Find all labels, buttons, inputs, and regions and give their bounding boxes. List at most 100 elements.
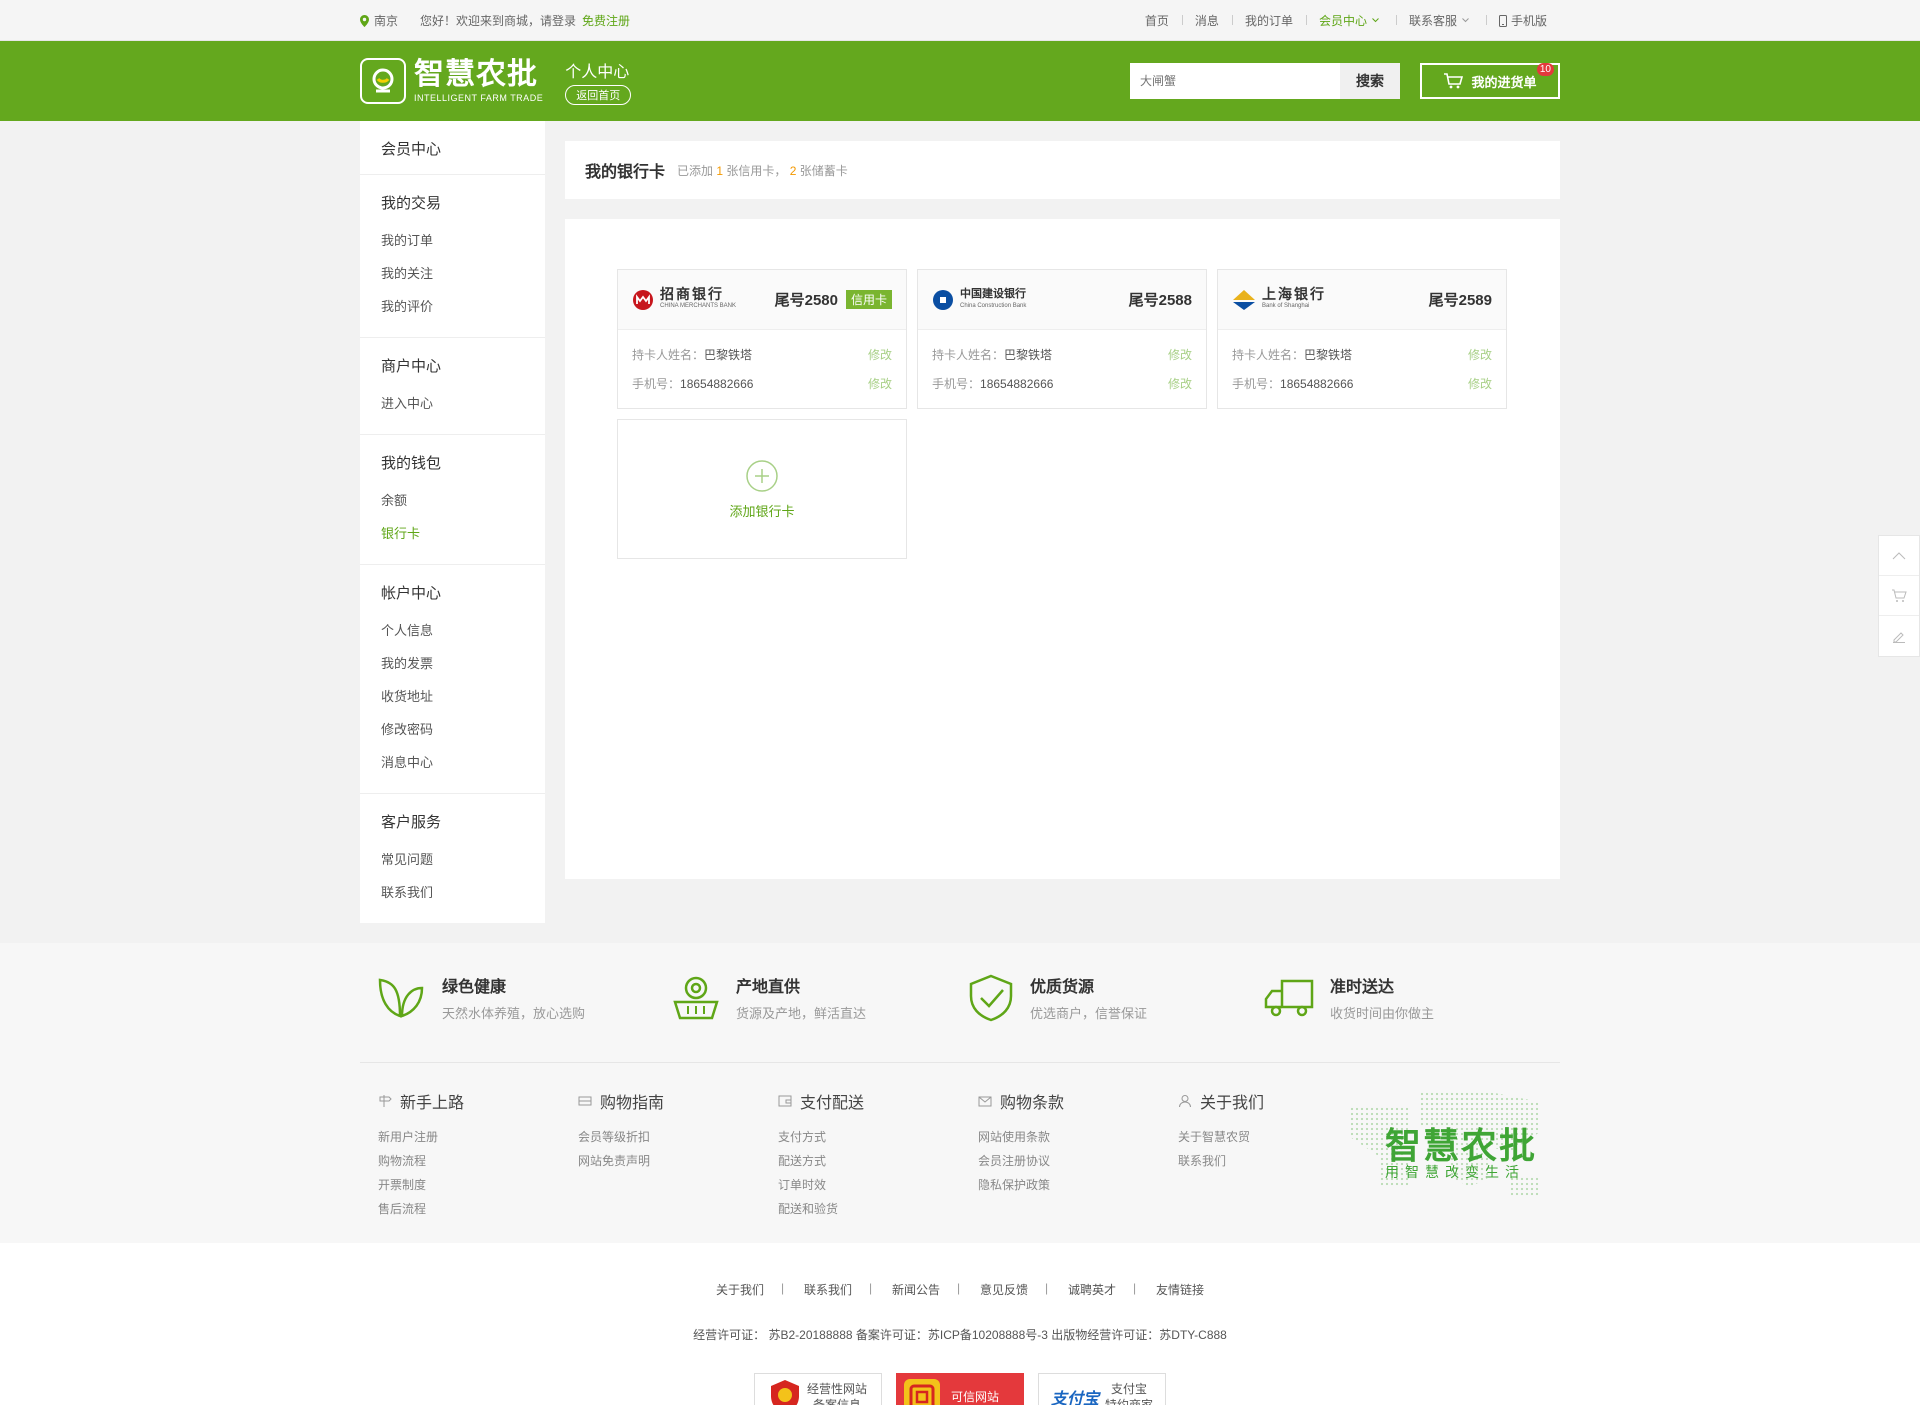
feature-desc: 货源及产地，鲜活直达: [736, 1006, 867, 1021]
footer-link[interactable]: 隐私保护政策: [978, 1173, 1178, 1197]
sidebar-title[interactable]: 会员中心: [360, 121, 545, 175]
location-selector[interactable]: 南京: [360, 12, 398, 29]
nav-member-center-label: 会员中心: [1318, 14, 1367, 28]
bottom-link-about[interactable]: 关于我们: [696, 1281, 784, 1298]
cert-icp-badge[interactable]: 经营性网站 备案信息: [754, 1373, 882, 1405]
footer-link[interactable]: 配送方式: [778, 1149, 978, 1173]
search-input[interactable]: [1130, 63, 1340, 99]
cart-icon: [1444, 73, 1464, 89]
sidebar-item-enter-center[interactable]: 进入中心: [381, 387, 524, 420]
register-link[interactable]: 免费注册: [582, 12, 630, 29]
feature-desc: 天然水体养殖，放心选购: [442, 1006, 586, 1021]
footer-link[interactable]: 订单时效: [778, 1173, 978, 1197]
back-to-top-button[interactable]: [1879, 536, 1919, 576]
bos-logo: 上海银行 Bank of Shanghai: [1232, 287, 1326, 312]
page-title: 我的银行卡: [585, 164, 666, 181]
phone-number: 18654882666: [980, 376, 1054, 391]
sidebar-item-password[interactable]: 修改密码: [381, 713, 524, 746]
footer-link[interactable]: 配送和验货: [778, 1197, 978, 1221]
cart-button[interactable]: 我的进货单 10: [1420, 63, 1560, 99]
footer-link[interactable]: 开票制度: [378, 1173, 578, 1197]
bottom-link-feedback[interactable]: 意见反馈: [957, 1281, 1048, 1298]
sidebar-item-profile[interactable]: 个人信息: [381, 614, 524, 647]
content: 我的银行卡 已添加 1 张信用卡， 2 张储蓄卡 招商银行 CHINA MERC…: [565, 121, 1560, 923]
cert-alipay-badge[interactable]: 支付宝 支付宝 特约商家: [1038, 1373, 1166, 1405]
edit-phone-link[interactable]: 修改: [1468, 375, 1492, 392]
edit-holder-link[interactable]: 修改: [1468, 346, 1492, 363]
footer-link[interactable]: 售后流程: [378, 1197, 578, 1221]
greeting-text[interactable]: 您好！欢迎来到商城，请登录: [420, 12, 576, 29]
edit-phone-link[interactable]: 修改: [868, 375, 892, 392]
edit-holder-link[interactable]: 修改: [868, 346, 892, 363]
edit-holder-link[interactable]: 修改: [1168, 346, 1192, 363]
feedback-button[interactable]: [1879, 616, 1919, 656]
nav-mobile[interactable]: 手机版: [1485, 12, 1560, 29]
footer-link[interactable]: 网站免责声明: [578, 1149, 778, 1173]
bank-card: 上海银行 Bank of Shanghai 尾号2589 持卡人姓名： 巴黎铁塔…: [1217, 269, 1507, 409]
sidebar-item-follows[interactable]: 我的关注: [381, 257, 524, 290]
plus-circle-icon: [746, 459, 778, 492]
sidebar-item-reviews[interactable]: 我的评价: [381, 290, 524, 323]
bottom-link-contact[interactable]: 联系我们: [781, 1281, 872, 1298]
footer-link[interactable]: 支付方式: [778, 1125, 978, 1149]
sidebar-item-bank-card[interactable]: 银行卡: [381, 517, 524, 550]
cert-line: 备案信息: [812, 1398, 861, 1405]
float-cart-button[interactable]: [1879, 576, 1919, 616]
credit-label: 张信用卡，: [726, 163, 787, 178]
cert-line: 特约商家: [1105, 1398, 1154, 1405]
footer-link[interactable]: 会员注册协议: [978, 1149, 1178, 1173]
printer-icon: [578, 1096, 592, 1106]
location-text: 南京: [374, 14, 399, 28]
sidebar-item-orders[interactable]: 我的订单: [381, 224, 524, 257]
map-pin-icon: [360, 14, 369, 27]
feature-title: 产地直供: [736, 979, 801, 996]
search-button[interactable]: 搜索: [1340, 63, 1400, 99]
sidebar-item-invoice[interactable]: 我的发票: [381, 647, 524, 680]
footer-link[interactable]: 网站使用条款: [978, 1125, 1178, 1149]
bottom-footer: 关于我们 联系我们 新闻公告 意见反馈 诚聘英才 友情链接 经营许可证： 苏B2…: [0, 1243, 1920, 1405]
nav-customer-service-label: 联系客服: [1408, 14, 1457, 28]
sidebar-group-account: 帐户中心 个人信息 我的发票 收货地址 修改密码 消息中心: [360, 565, 545, 794]
nav-messages[interactable]: 消息: [1181, 12, 1232, 29]
sidebar-group-title: 客户服务: [381, 814, 442, 831]
bottom-link-jobs[interactable]: 诚聘英才: [1045, 1281, 1136, 1298]
footer-col-title: 新手上路: [400, 1095, 465, 1112]
bottom-link-friends[interactable]: 友情链接: [1133, 1281, 1224, 1298]
wallet-icon: [778, 1095, 792, 1107]
cert-line: 可信网站: [951, 1390, 1000, 1404]
sidebar-item-faq[interactable]: 常见问题: [381, 843, 524, 876]
shield-check-icon: [969, 974, 1013, 1021]
truck-icon: [1264, 979, 1314, 1016]
bank-card-panel: 招商银行 CHINA MERCHANTS BANK 尾号2580 信用卡 持卡人…: [565, 219, 1560, 879]
add-bank-card-button[interactable]: 添加银行卡: [617, 419, 907, 559]
phone-label: 手机号：: [1232, 377, 1281, 391]
footer-link[interactable]: 购物流程: [378, 1149, 578, 1173]
footer-col-guide: 购物指南 会员等级折扣 网站免责声明: [578, 1089, 778, 1223]
nav-my-orders[interactable]: 我的订单: [1231, 12, 1306, 29]
sidebar-item-address[interactable]: 收货地址: [381, 680, 524, 713]
sidebar-group-wallet: 我的钱包 余额 银行卡: [360, 435, 545, 565]
chevron-down-icon: [1462, 18, 1469, 23]
nav-customer-service[interactable]: 联系客服: [1395, 12, 1486, 29]
footer-col-terms: 购物条款 网站使用条款 会员注册协议 隐私保护政策: [978, 1089, 1178, 1223]
feature-green: 绿色健康 天然水体养殖，放心选购: [376, 973, 656, 1022]
cert-trusted-badge[interactable]: 可信网站: [896, 1373, 1024, 1405]
sidebar-group-trade: 我的交易 我的订单 我的关注 我的评价: [360, 175, 545, 338]
footer-link[interactable]: 会员等级折扣: [578, 1125, 778, 1149]
bottom-link-news[interactable]: 新闻公告: [869, 1281, 960, 1298]
back-home-button[interactable]: 返回首页: [565, 84, 632, 105]
nav-member-center[interactable]: 会员中心: [1305, 12, 1396, 29]
sidebar-group-title: 商户中心: [381, 358, 442, 375]
footer-col-payment: 支付配送 支付方式 配送方式 订单时效 配送和验货: [778, 1089, 978, 1223]
site-logo[interactable]: 智慧农批 INTELLIGENT FARM TRADE: [360, 58, 543, 104]
edit-phone-link[interactable]: 修改: [1168, 375, 1192, 392]
sidebar-item-messages[interactable]: 消息中心: [381, 746, 524, 779]
holder-name: 巴黎铁塔: [1004, 348, 1053, 362]
footer-link[interactable]: 新用户注册: [378, 1125, 578, 1149]
credit-count: 1: [716, 163, 724, 178]
nav-home[interactable]: 首页: [1132, 12, 1182, 29]
card-tail-number: 尾号2580: [774, 292, 838, 309]
logo-mark-icon: [360, 58, 406, 104]
sidebar-item-balance[interactable]: 余额: [381, 484, 524, 517]
sidebar-item-contact[interactable]: 联系我们: [381, 876, 524, 909]
